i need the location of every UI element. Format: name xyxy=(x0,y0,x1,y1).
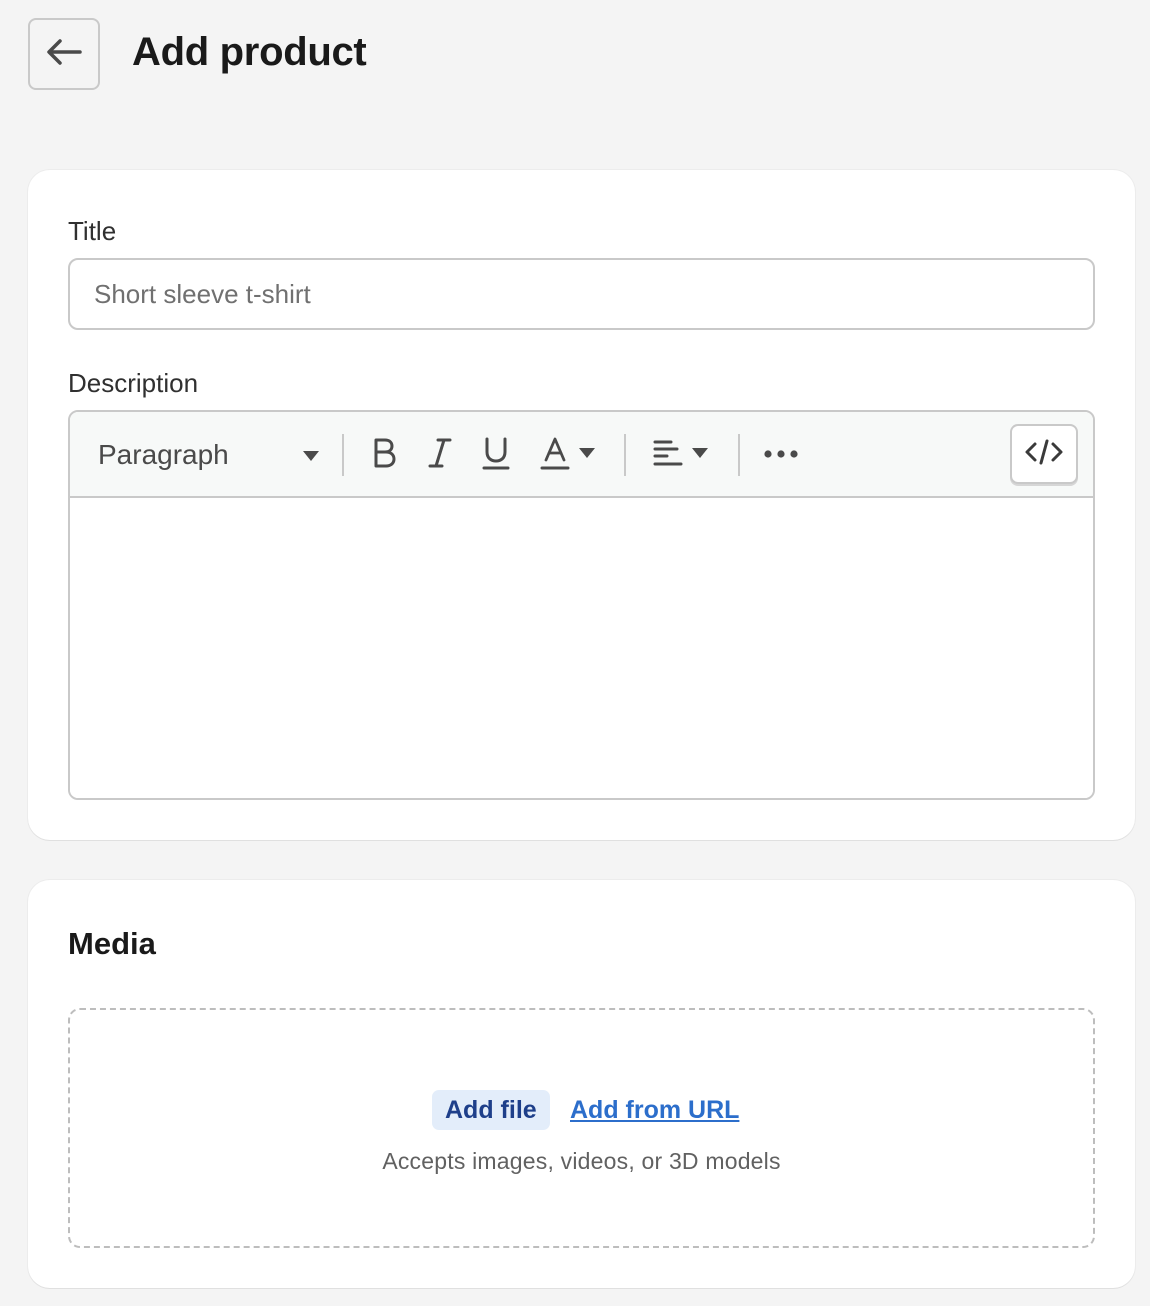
page-title: Add product xyxy=(132,30,367,74)
align-left-icon xyxy=(653,439,683,472)
chevron-down-icon xyxy=(691,446,709,464)
format-select-value: Paragraph xyxy=(98,439,229,470)
bold-button[interactable] xyxy=(366,434,402,476)
title-label: Title xyxy=(68,216,117,246)
title-input[interactable] xyxy=(68,258,1095,330)
description-editor-body[interactable] xyxy=(70,498,1093,798)
arrow-left-icon xyxy=(46,38,82,71)
bold-icon xyxy=(372,437,396,474)
add-file-button[interactable]: Add file xyxy=(432,1090,550,1130)
media-heading: Media xyxy=(68,926,156,961)
editor-toolbar: Paragraph xyxy=(70,412,1093,498)
toolbar-divider xyxy=(342,434,344,476)
toolbar-divider xyxy=(738,434,740,476)
back-button[interactable] xyxy=(28,18,100,90)
underline-button[interactable] xyxy=(478,434,514,476)
add-product-page: Add product Title Description Paragraph xyxy=(0,0,1150,1306)
more-options-button[interactable] xyxy=(760,434,802,476)
underline-icon xyxy=(482,436,510,475)
text-color-button[interactable] xyxy=(536,434,600,476)
chevron-down-icon xyxy=(578,446,596,464)
description-editor: Paragraph xyxy=(68,410,1095,800)
accepted-formats-text: Accepts images, videos, or 3D models xyxy=(382,1148,781,1174)
code-icon xyxy=(1024,439,1064,470)
chevron-down-icon xyxy=(302,449,320,467)
text-color-icon xyxy=(540,436,570,475)
media-dropzone[interactable]: Add file Add from URL Accepts images, vi… xyxy=(68,1008,1095,1248)
show-html-button[interactable] xyxy=(1010,424,1078,484)
product-details-card: Title Description Paragraph xyxy=(28,170,1135,840)
add-from-url-link[interactable]: Add from URL xyxy=(570,1096,739,1125)
align-button[interactable] xyxy=(648,434,714,476)
more-horizontal-icon xyxy=(763,446,799,464)
description-label: Description xyxy=(68,368,199,398)
media-card: Media Add file Add from URL Accepts imag… xyxy=(28,880,1135,1288)
toolbar-divider xyxy=(624,434,626,476)
italic-icon xyxy=(428,437,452,474)
format-select[interactable]: Paragraph xyxy=(98,432,320,478)
italic-button[interactable] xyxy=(422,434,458,476)
